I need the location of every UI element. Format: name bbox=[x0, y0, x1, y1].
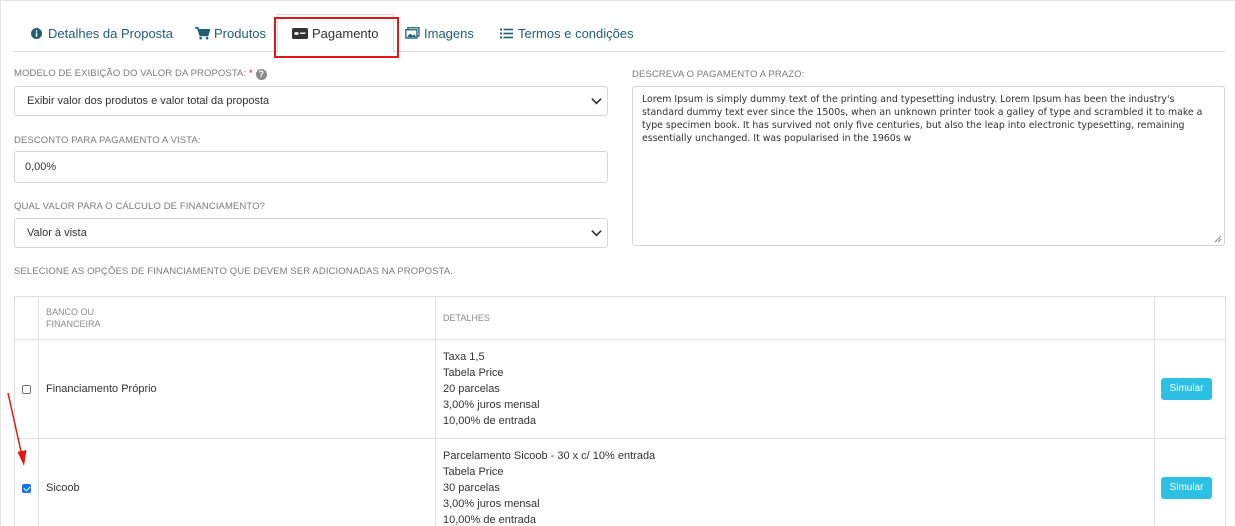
input-value: 0,00% bbox=[25, 161, 57, 173]
term-payment-label: DESCREVA O PAGAMENTO A PRAZO: bbox=[632, 69, 805, 80]
table-header-row: BANCO OU FINANCEIRA DETALHES bbox=[14, 296, 1226, 340]
details-cell: Taxa 1,5 Tabela Price 20 parcelas 3,00% … bbox=[435, 339, 1155, 439]
tab-label: Detalhes da Proposta bbox=[48, 25, 174, 41]
detail-line: 10,00% de entrada bbox=[443, 415, 536, 427]
financing-options-label: SELECIONE AS OPÇÕES DE FINANCIAMENTO QUE… bbox=[14, 266, 453, 277]
details-cell: Parcelamento Sicoob - 30 x c/ 10% entrad… bbox=[435, 438, 1155, 526]
resize-handle-icon[interactable] bbox=[1214, 235, 1222, 243]
financing-value-label: QUAL VALOR PARA O CÁLCULO DE FINANCIAMEN… bbox=[14, 201, 266, 212]
row-checkbox[interactable] bbox=[22, 384, 31, 394]
select-value: Valor à vista bbox=[27, 227, 87, 239]
row-select-cell bbox=[14, 339, 39, 439]
display-model-select[interactable]: Exibir valor dos produtos e valor total … bbox=[14, 86, 608, 116]
detail-line: 30 parcelas bbox=[443, 482, 500, 494]
detail-line: Taxa 1,5 bbox=[443, 351, 485, 363]
detail-line: 3,00% juros mensal bbox=[443, 399, 540, 411]
detail-line: Tabela Price bbox=[443, 367, 504, 379]
shopping-cart-icon bbox=[194, 26, 210, 40]
tab-images[interactable]: Imagens bbox=[404, 14, 474, 52]
select-value: Exibir valor dos produtos e valor total … bbox=[27, 95, 270, 107]
tab-payment[interactable]: Pagamento bbox=[277, 14, 394, 53]
select-column-header bbox=[14, 296, 39, 340]
discount-input[interactable]: 0,00% bbox=[14, 151, 608, 183]
detail-line: Parcelamento Sicoob - 30 x c/ 10% entrad… bbox=[443, 450, 656, 462]
details-column-header: DETALHES bbox=[435, 296, 1155, 340]
info-circle-icon bbox=[28, 26, 44, 40]
term-payment-textarea[interactable]: Lorem Ipsum is simply dummy text of the … bbox=[632, 86, 1225, 246]
simulate-button[interactable]: Simular bbox=[1161, 378, 1212, 400]
chevron-down-icon bbox=[591, 230, 602, 237]
simulate-button[interactable]: Simular bbox=[1161, 477, 1212, 499]
action-cell: Simular bbox=[1154, 339, 1226, 439]
detail-line: Tabela Price bbox=[443, 466, 504, 478]
row-checkbox[interactable] bbox=[22, 483, 31, 493]
financing-value-select[interactable]: Valor à vista bbox=[14, 218, 608, 248]
action-cell: Simular bbox=[1154, 438, 1226, 526]
table-row: Sicoob Parcelamento Sicoob - 30 x c/ 10%… bbox=[14, 438, 1226, 526]
bank-column-header: BANCO OU FINANCEIRA bbox=[38, 296, 436, 340]
tab-bar: Detalhes da Proposta Produtos Pagamento … bbox=[13, 14, 1225, 53]
list-icon bbox=[498, 26, 514, 40]
tab-proposal-details[interactable]: Detalhes da Proposta bbox=[28, 14, 173, 52]
tab-products[interactable]: Produtos bbox=[194, 14, 266, 52]
table-row: Financiamento Próprio Taxa 1,5 Tabela Pr… bbox=[14, 339, 1226, 439]
required-mark: * bbox=[248, 68, 253, 79]
detail-line: 3,00% juros mensal bbox=[443, 498, 540, 510]
tab-label: Pagamento bbox=[312, 26, 379, 41]
discount-label: DESCONTO PARA PAGAMENTO A VISTA: bbox=[14, 135, 201, 146]
help-icon[interactable]: ? bbox=[255, 69, 267, 80]
bank-cell: Financiamento Próprio bbox=[38, 339, 436, 439]
tab-label: Produtos bbox=[214, 25, 267, 41]
display-model-label: MODELO DE EXIBIÇÃO DO VALOR DA PROPOSTA:… bbox=[14, 68, 267, 80]
actions-column-header bbox=[1154, 296, 1226, 340]
textarea-value: Lorem Ipsum is simply dummy text of the … bbox=[642, 94, 1203, 144]
chevron-down-icon bbox=[591, 98, 602, 105]
image-icon bbox=[404, 26, 420, 40]
row-select-cell bbox=[14, 438, 39, 526]
tab-label: Termos e condições bbox=[518, 25, 634, 41]
financing-options-table: BANCO OU FINANCEIRA DETALHES Financiamen… bbox=[14, 296, 1226, 526]
bank-cell: Sicoob bbox=[38, 438, 436, 526]
money-bill-icon bbox=[292, 27, 308, 41]
tab-label: Imagens bbox=[424, 25, 474, 41]
tab-terms[interactable]: Termos e condições bbox=[498, 14, 634, 52]
detail-line: 10,00% de entrada bbox=[443, 514, 536, 526]
detail-line: 20 parcelas bbox=[443, 383, 500, 395]
